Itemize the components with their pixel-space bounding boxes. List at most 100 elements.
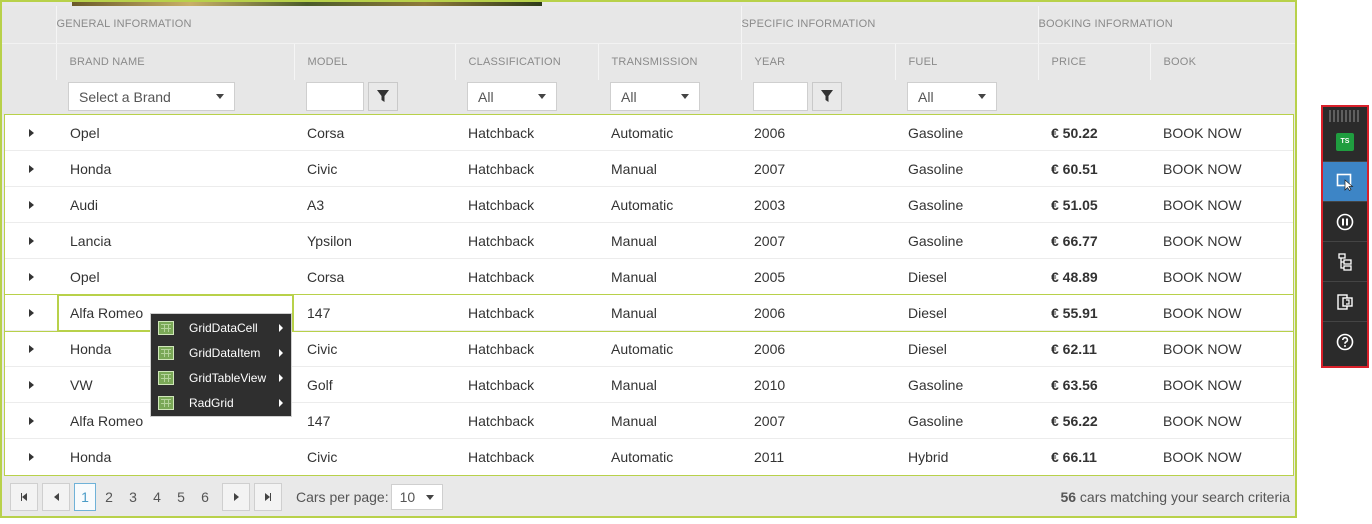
- cell-year: 2005: [754, 268, 786, 285]
- page-number-button[interactable]: 1: [74, 483, 96, 511]
- expand-row-button[interactable]: [5, 308, 57, 317]
- cell-book[interactable]: BOOK NOW: [1150, 305, 1293, 321]
- column-group-header-row: GENERAL INFORMATION SPECIFIC INFORMATION…: [2, 6, 1295, 44]
- col-header-year[interactable]: YEAR: [741, 43, 896, 80]
- expand-row-button[interactable]: [5, 453, 57, 461]
- caret-right-icon: [28, 453, 34, 461]
- cell-book[interactable]: BOOK NOW: [1150, 377, 1293, 393]
- col-header-model[interactable]: MODEL: [294, 43, 456, 80]
- table-row[interactable]: Opel Corsa Hatchback Automatic 2006 Gasoline €…: [5, 115, 1293, 151]
- fuel-filter-dropdown[interactable]: All: [907, 82, 998, 111]
- cell-year: 2003: [754, 196, 786, 213]
- expand-row-button[interactable]: [5, 128, 57, 137]
- help-button[interactable]: [1323, 322, 1367, 362]
- year-filter-button[interactable]: [812, 82, 843, 111]
- ts-logo-button[interactable]: TS: [1323, 122, 1367, 162]
- filter-icon: [821, 90, 834, 102]
- pause-button[interactable]: [1323, 202, 1367, 242]
- cell-book[interactable]: BOOK NOW: [1150, 413, 1293, 429]
- brand-filter-dropdown[interactable]: Select a Brand: [68, 82, 235, 111]
- model-filter-button[interactable]: [368, 82, 398, 111]
- col-header-price[interactable]: PRICE: [1038, 43, 1151, 80]
- table-row[interactable]: Lancia Ypsilon Hatchback Manual 2007 Gasoline…: [5, 223, 1293, 259]
- cell-classification: Hatchback: [468, 160, 535, 177]
- classification-filter-dropdown[interactable]: All: [467, 82, 557, 111]
- table-row[interactable]: Honda Civic Hatchback Automatic 2011 Hybrid € …: [5, 439, 1293, 475]
- cell-book[interactable]: BOOK NOW: [1150, 269, 1293, 285]
- next-page-icon: [233, 493, 239, 501]
- cell-book[interactable]: BOOK NOW: [1150, 449, 1293, 465]
- table-row[interactable]: Audi A3 Hatchback Automatic 2003 Gasoline € 51…: [5, 187, 1293, 223]
- cell-price: € 50.22: [1051, 124, 1098, 141]
- caret-right-icon: [28, 164, 34, 173]
- grid-pager: 123456 Cars per page: 10 56 cars matchin…: [4, 478, 1295, 516]
- prev-page-button[interactable]: [42, 483, 70, 511]
- cell-transmission: Automatic: [611, 196, 674, 213]
- chevron-down-icon: [978, 94, 987, 99]
- page-number-button[interactable]: 6: [194, 483, 216, 511]
- drag-handle[interactable]: [1329, 110, 1361, 122]
- cell-year: 2007: [754, 412, 786, 429]
- col-header-transmission[interactable]: TRANSMISSION: [598, 43, 742, 80]
- cell-year: 2006: [754, 340, 786, 357]
- last-page-icon: [264, 493, 272, 501]
- expand-row-button[interactable]: [5, 164, 57, 173]
- cell-transmission: Automatic: [611, 124, 674, 141]
- cell-book[interactable]: BOOK NOW: [1150, 197, 1293, 213]
- tree-view-button[interactable]: [1323, 242, 1367, 282]
- expand-row-button[interactable]: [5, 200, 57, 209]
- cell-fuel: Gasoline: [908, 232, 964, 249]
- page-numbers: 123456: [72, 483, 216, 511]
- cell-book[interactable]: BOOK NOW: [1150, 125, 1293, 141]
- cell-model: Civic: [307, 160, 338, 177]
- per-page-value: 10: [399, 489, 416, 505]
- transmission-filter-dropdown[interactable]: All: [610, 82, 700, 111]
- cell-brand: Honda: [70, 449, 112, 465]
- results-suffix: cars matching your search criteria: [1079, 489, 1290, 505]
- context-menu-item[interactable]: RadGrid: [151, 390, 291, 415]
- cell-book[interactable]: BOOK NOW: [1150, 233, 1293, 249]
- help-icon: [1336, 333, 1354, 351]
- cell-price: € 66.11: [1051, 449, 1097, 465]
- translator-button[interactable]: [1323, 282, 1367, 322]
- cell-model: Golf: [307, 376, 333, 393]
- page-number-button[interactable]: 5: [170, 483, 192, 511]
- expand-row-button[interactable]: [5, 236, 57, 245]
- results-summary: 56 cars matching your search criteria: [1060, 489, 1290, 505]
- year-filter-input[interactable]: [753, 82, 809, 111]
- context-menu-item[interactable]: GridDataCell: [151, 315, 291, 340]
- model-filter-input[interactable]: [306, 82, 364, 111]
- element-select-button[interactable]: [1323, 162, 1367, 202]
- cell-price: € 63.56: [1051, 376, 1098, 393]
- col-header-classification[interactable]: CLASSIFICATION: [455, 43, 599, 80]
- cell-book[interactable]: BOOK NOW: [1150, 341, 1293, 357]
- cell-price: € 60.51: [1051, 160, 1098, 177]
- col-header-book[interactable]: BOOK: [1150, 43, 1295, 80]
- cell-classification: Hatchback: [468, 449, 535, 465]
- per-page-dropdown[interactable]: 10: [390, 484, 443, 510]
- cell-brand: Opel: [70, 124, 100, 141]
- table-row[interactable]: Opel Corsa Hatchback Manual 2005 Diesel € 48.8…: [5, 259, 1293, 295]
- cell-transmission: Manual: [611, 160, 657, 177]
- expand-row-button[interactable]: [5, 344, 57, 353]
- context-menu-item[interactable]: GridDataItem: [151, 340, 291, 365]
- next-page-button[interactable]: [222, 483, 250, 511]
- per-page-label: Cars per page:: [296, 489, 389, 505]
- col-header-fuel[interactable]: FUEL: [895, 43, 1039, 80]
- filter-cell-book: [1150, 80, 1295, 115]
- cell-book[interactable]: BOOK NOW: [1150, 161, 1293, 177]
- page-number-button[interactable]: 2: [98, 483, 120, 511]
- first-page-icon: [20, 493, 28, 501]
- cell-fuel: Hybrid: [908, 449, 949, 465]
- table-row[interactable]: Honda Civic Hatchback Manual 2007 Gasoline € 6…: [5, 151, 1293, 187]
- cell-fuel: Gasoline: [908, 160, 964, 177]
- first-page-button[interactable]: [10, 483, 38, 511]
- expand-row-button[interactable]: [5, 416, 57, 425]
- col-header-brand[interactable]: BRAND NAME: [56, 43, 295, 80]
- last-page-button[interactable]: [254, 483, 282, 511]
- page-number-button[interactable]: 4: [146, 483, 168, 511]
- page-number-button[interactable]: 3: [122, 483, 144, 511]
- expand-row-button[interactable]: [5, 380, 57, 389]
- context-menu-item[interactable]: GridTableView: [151, 365, 291, 390]
- expand-row-button[interactable]: [5, 272, 57, 281]
